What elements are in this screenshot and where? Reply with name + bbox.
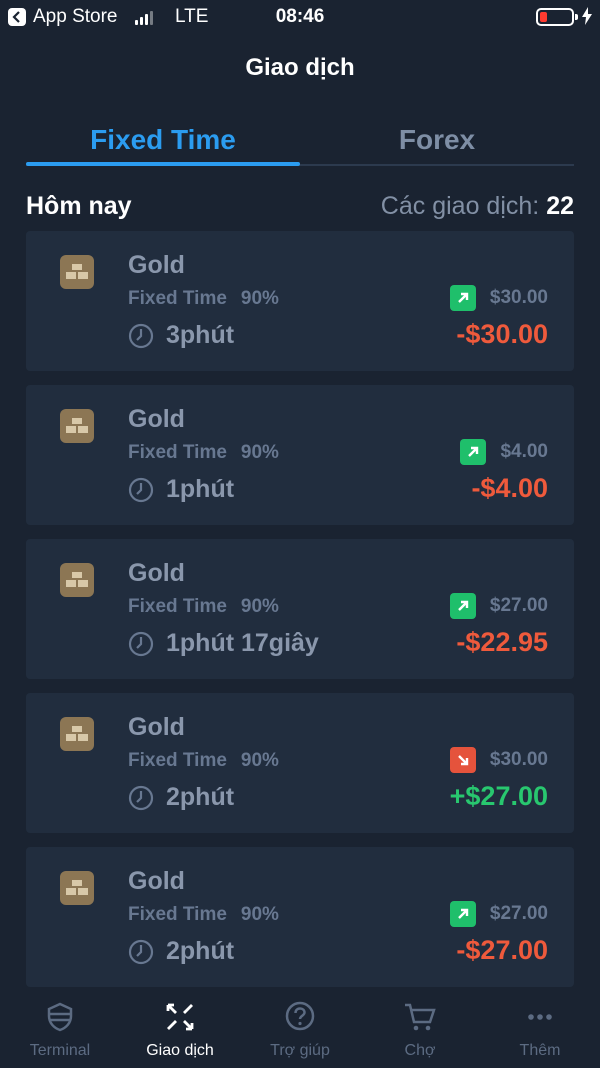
clock-icon <box>128 323 154 348</box>
asset-name: Gold <box>128 713 185 741</box>
nav-label: Giao dịch <box>146 1042 214 1059</box>
trade-card[interactable]: Gold Fixed Time 90% 2phút $30.00 +$27.00 <box>26 693 574 833</box>
nav-label: Chợ <box>404 1042 436 1059</box>
more-icon <box>528 1014 552 1020</box>
nav-label: Thêm <box>519 1042 561 1059</box>
payout-percent: 90% <box>240 750 279 771</box>
trade-duration: 3phút <box>128 321 234 350</box>
stake-row: $27.00 <box>449 901 548 927</box>
trade-result: -$4.00 <box>471 473 548 503</box>
trade-result: +$27.00 <box>449 781 548 811</box>
stake-row: $30.00 <box>449 285 548 311</box>
nav-terminal[interactable]: Terminal <box>0 990 120 1068</box>
trade-card[interactable]: Gold Fixed Time 90% 3phút $30.00 -$30.00 <box>26 231 574 371</box>
nav-label: Trợ giúp <box>270 1042 330 1059</box>
stake-amount: $27.00 <box>489 595 548 616</box>
gold-bars-icon <box>60 871 94 905</box>
trade-type-label: Fixed Time <box>128 288 227 309</box>
trade-duration: 1phút 17giây <box>128 629 319 658</box>
asset-name: Gold <box>128 559 185 587</box>
gold-bars-icon <box>60 717 94 751</box>
nav-more[interactable]: Thêm <box>480 990 600 1068</box>
arrow-up-right-icon <box>449 901 476 927</box>
nav-label: Terminal <box>29 1042 91 1059</box>
arrow-up-right-icon <box>460 439 487 465</box>
cart-icon <box>405 1003 436 1031</box>
terminal-icon <box>47 1002 73 1032</box>
asset-name: Gold <box>128 251 185 279</box>
trade-type-label: Fixed Time <box>128 750 227 771</box>
trade-count-label: Các giao dịch: <box>380 191 540 220</box>
gold-bars-icon <box>60 255 94 289</box>
duration-text: 2phút <box>166 937 235 965</box>
trade-result: -$27.00 <box>456 935 548 965</box>
clock-icon <box>128 477 154 502</box>
trades-icon <box>166 1003 194 1031</box>
stake-amount: $30.00 <box>489 287 548 308</box>
trade-result: -$22.95 <box>456 627 548 657</box>
tab-forex[interactable]: Forex <box>300 116 574 164</box>
trade-duration: 2phút <box>128 937 234 966</box>
stake-row: $27.00 <box>449 593 548 619</box>
stake-amount: $27.00 <box>489 903 548 924</box>
payout-percent: 90% <box>240 442 279 463</box>
tab-fixed-time[interactable]: Fixed Time <box>26 116 300 166</box>
duration-text: 1phút 17giây <box>166 629 319 657</box>
help-icon <box>285 1001 315 1031</box>
bottom-nav: Terminal Giao dịch Trợ giúp Chợ Thêm <box>0 990 600 1068</box>
trade-type: Fixed Time 90% <box>128 288 279 310</box>
trade-card[interactable]: Gold Fixed Time 90% 2phút $27.00 -$27.00 <box>26 847 574 987</box>
trade-duration: 1phút <box>128 475 234 504</box>
trade-list: Gold Fixed Time 90% 3phút $30.00 -$30.00 … <box>26 231 574 1001</box>
arrow-up-right-icon <box>449 285 476 311</box>
payout-percent: 90% <box>240 596 279 617</box>
clock-icon <box>128 631 154 656</box>
trade-type: Fixed Time 90% <box>128 442 279 464</box>
trade-count: Các giao dịch: 22 <box>381 192 574 221</box>
duration-text: 3phút <box>166 321 235 349</box>
nav-trades[interactable]: Giao dịch <box>120 990 240 1068</box>
trade-type: Fixed Time 90% <box>128 750 279 772</box>
arrow-up-right-icon <box>449 593 476 619</box>
page-title: Giao dịch <box>245 54 355 81</box>
payout-percent: 90% <box>240 288 279 309</box>
nav-help[interactable]: Trợ giúp <box>240 990 360 1068</box>
tab-bar: Fixed Time Forex <box>26 116 574 166</box>
gold-bars-icon <box>60 409 94 443</box>
trade-type-label: Fixed Time <box>128 442 227 463</box>
section-title: Hôm nay <box>26 191 132 220</box>
trade-type-label: Fixed Time <box>128 596 227 617</box>
clock-icon <box>128 939 154 964</box>
trade-type: Fixed Time 90% <box>128 596 279 618</box>
arrow-down-right-icon <box>449 747 476 773</box>
stake-amount: $30.00 <box>489 749 548 770</box>
gold-bars-icon <box>60 563 94 597</box>
trade-type-label: Fixed Time <box>128 904 227 925</box>
trade-type: Fixed Time 90% <box>128 904 279 926</box>
asset-name: Gold <box>128 405 185 433</box>
trade-count-value: 22 <box>546 191 574 220</box>
asset-name: Gold <box>128 867 185 895</box>
clock: 08:46 <box>275 6 325 27</box>
clock-icon <box>128 785 154 810</box>
trade-duration: 2phút <box>128 783 234 812</box>
nav-market[interactable]: Chợ <box>360 990 480 1068</box>
duration-text: 2phút <box>166 783 235 811</box>
payout-percent: 90% <box>240 904 279 925</box>
status-bar: App Store LTE 08:46 <box>0 0 600 34</box>
stake-row: $30.00 <box>449 747 548 773</box>
section-header: Hôm nay Các giao dịch: 22 <box>26 190 574 222</box>
stake-row: $4.00 <box>460 439 548 465</box>
duration-text: 1phút <box>166 475 235 503</box>
stake-amount: $4.00 <box>500 441 548 462</box>
battery-icon <box>536 8 578 26</box>
trade-card[interactable]: Gold Fixed Time 90% 1phút 17giây $27.00 -… <box>26 539 574 679</box>
trade-card[interactable]: Gold Fixed Time 90% 1phút $4.00 -$4.00 <box>26 385 574 525</box>
trade-result: -$30.00 <box>456 319 548 349</box>
charging-icon <box>582 7 592 31</box>
